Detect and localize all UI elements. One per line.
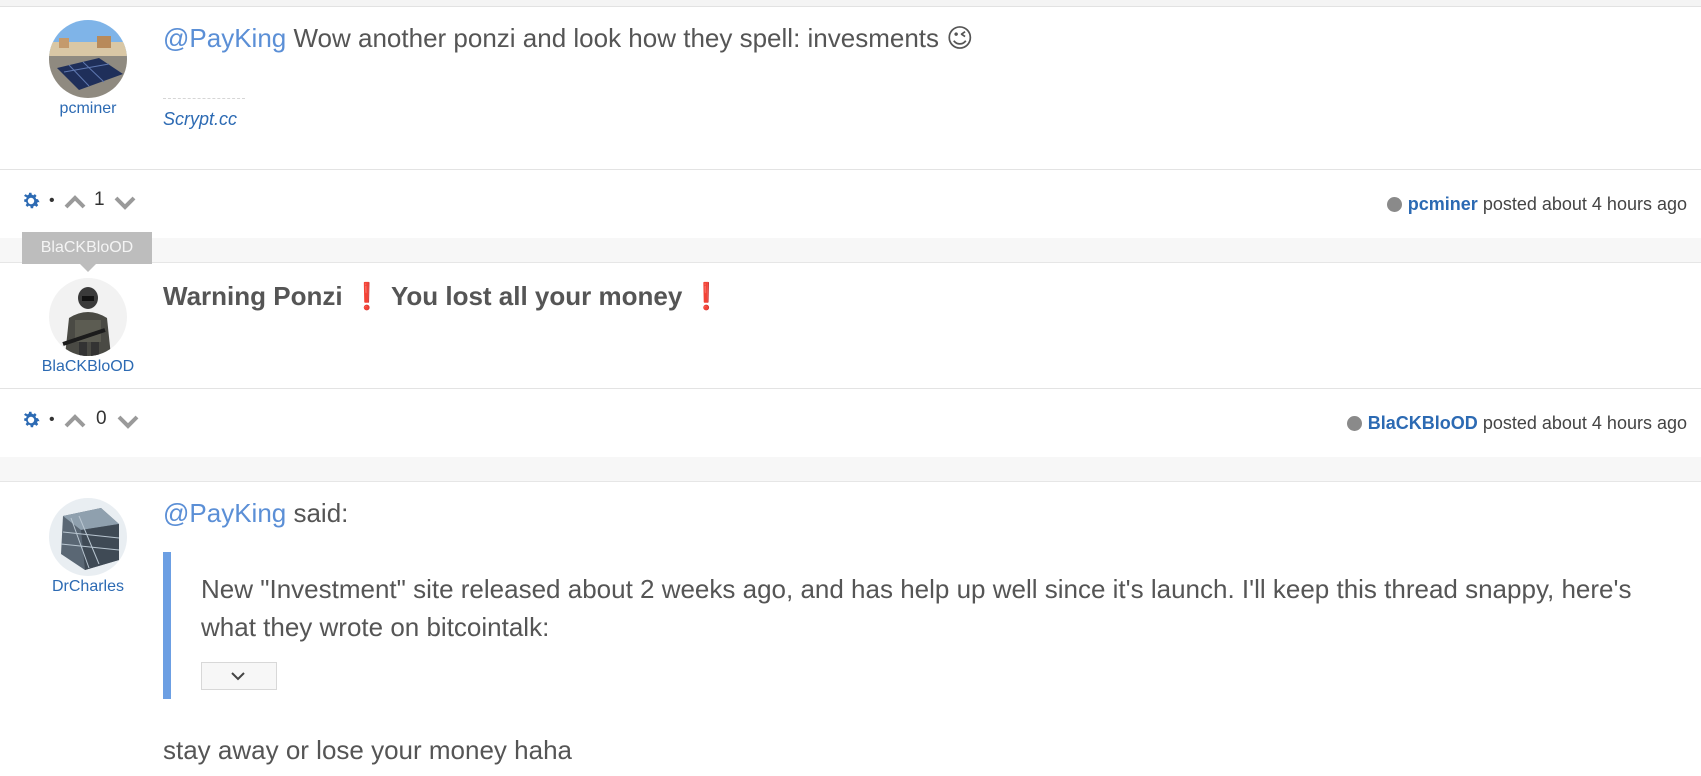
- reply-text: stay away or lose your money haha: [163, 735, 572, 765]
- quote-text: New "Investment" site released about 2 w…: [201, 574, 1632, 642]
- status-dot-icon: [1346, 416, 1362, 431]
- separator-dot: •: [49, 411, 55, 428]
- username-tooltip: BlaCKBloOD: [22, 232, 152, 272]
- post-text-part2: You lost all your money: [390, 281, 683, 311]
- chevron-up-icon[interactable]: [62, 190, 88, 214]
- meta-username[interactable]: BlaCKBloOD: [1368, 413, 1478, 433]
- post-actions-bar: • 1 pcminer posted about 4 hours ago: [0, 169, 1701, 239]
- meta-timestamp[interactable]: posted about 4 hours ago: [1483, 413, 1687, 433]
- author-username[interactable]: DrCharles: [28, 578, 148, 596]
- mention-link[interactable]: @PayKing: [163, 23, 286, 53]
- mention-link[interactable]: @PayKing: [163, 498, 286, 528]
- meta-timestamp[interactable]: posted about 4 hours ago: [1483, 194, 1687, 214]
- separator-dot: •: [49, 192, 55, 209]
- post-meta: BlaCKBloOD posted about 4 hours ago: [1346, 413, 1687, 434]
- post-body: @PayKing Wow another ponzi and look how …: [163, 23, 1681, 54]
- top-divider: [0, 0, 1701, 7]
- post-meta: pcminer posted about 4 hours ago: [1386, 194, 1687, 215]
- post-actions-bar: • 0 BlaCKBloOD posted about 4 hours ago: [0, 388, 1701, 458]
- post-body: Warning Ponzi ❗ You lost all your money ❗: [163, 281, 1681, 312]
- wink-emoji-icon: 😉: [946, 23, 974, 53]
- chevron-down-icon: [231, 672, 245, 681]
- post-pcminer: pcminer @PayKing Wow another ponzi and l…: [0, 7, 1701, 169]
- vote-count: 0: [96, 408, 107, 429]
- author-block: pcminer: [28, 20, 148, 118]
- quote-header: @PayKing said:: [163, 498, 1681, 529]
- exclamation-icon: ❗: [690, 281, 723, 311]
- chevron-up-icon[interactable]: [62, 409, 88, 433]
- author-username[interactable]: BlaCKBloOD: [28, 358, 148, 376]
- gear-icon[interactable]: [20, 409, 42, 431]
- chevron-down-icon[interactable]: [115, 411, 141, 433]
- status-dot-icon: [1386, 197, 1402, 212]
- author-block: BlaCKBloOD: [28, 278, 148, 376]
- expand-quote-button[interactable]: [201, 662, 277, 690]
- author-block: DrCharles: [28, 498, 148, 596]
- gear-icon[interactable]: [20, 190, 42, 212]
- author-username[interactable]: pcminer: [28, 100, 148, 118]
- signature-link[interactable]: Scrypt.cc: [163, 109, 1681, 130]
- avatar[interactable]: [49, 278, 127, 356]
- blockquote: New "Investment" site released about 2 w…: [163, 552, 1671, 699]
- said-label: said:: [293, 498, 349, 528]
- avatar[interactable]: [49, 20, 127, 98]
- vote-count: 1: [94, 189, 105, 210]
- exclamation-icon: ❗: [350, 281, 383, 311]
- chevron-down-icon[interactable]: [112, 192, 138, 214]
- post-gap: [0, 457, 1701, 481]
- post-text: Wow another ponzi and look how they spel…: [293, 23, 940, 53]
- post-blackblood: BlaCKBloOD Warning Ponzi ❗ You lost all yo…: [0, 262, 1701, 389]
- signature-divider: [163, 98, 245, 99]
- post-text-part1: Warning Ponzi: [163, 281, 343, 311]
- avatar[interactable]: [49, 498, 127, 576]
- meta-username[interactable]: pcminer: [1408, 194, 1478, 214]
- post-gap: [0, 238, 1701, 262]
